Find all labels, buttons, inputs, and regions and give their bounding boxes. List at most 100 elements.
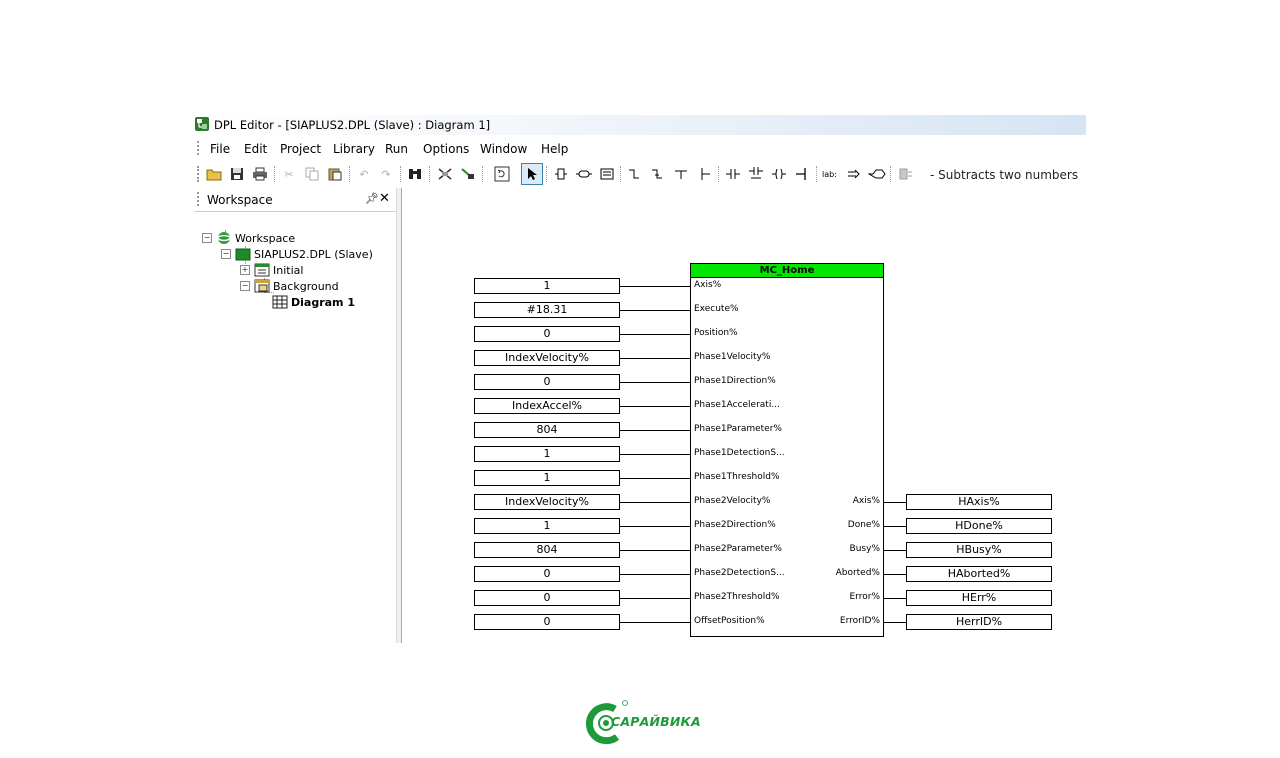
connection-wire[interactable] [884,526,906,527]
input-pin-label[interactable]: Phase1DetectionS... [694,448,785,458]
jump-arrow-icon[interactable] [844,164,864,184]
connection-wire[interactable] [884,550,906,551]
output-variable-box[interactable]: HErr% [906,590,1052,606]
expand-icon[interactable]: + [240,265,250,275]
output-pin-label[interactable]: Busy% [800,544,880,554]
connection-wire[interactable] [884,622,906,623]
toolbar-grip[interactable] [197,166,201,182]
connection-wire[interactable] [620,622,690,623]
collapse-icon[interactable]: − [240,281,250,291]
menu-edit[interactable]: Edit [244,142,267,156]
menubar-grip[interactable] [197,141,201,155]
connection-wire[interactable] [620,358,690,359]
workspace-grip[interactable] [197,192,199,206]
connection-wire[interactable] [620,310,690,311]
input-pin-label[interactable]: Position% [694,328,738,338]
paste-icon[interactable] [325,164,345,184]
input-variable-box[interactable]: IndexVelocity% [474,350,620,366]
tree-node-background[interactable]: − Background [240,278,339,294]
select-pointer-icon[interactable] [521,163,543,185]
input-variable-box[interactable]: 0 [474,326,620,342]
collapse-icon[interactable]: − [221,249,231,259]
input-pin-label[interactable]: Execute% [694,304,739,314]
input-variable-box[interactable]: 0 [474,590,620,606]
branch-icon[interactable] [695,164,715,184]
open-folder-icon[interactable] [204,164,224,184]
connection-wire[interactable] [620,478,690,479]
input-pin-label[interactable]: Phase1Velocity% [694,352,770,362]
contact-icon[interactable] [723,164,743,184]
menu-options[interactable]: Options [423,142,469,156]
diagram-canvas[interactable]: MC_Home 1 Axis% #18.31 Execute% 0 Position% In… [402,188,1086,643]
output-pin-label[interactable]: Done% [800,520,880,530]
redo-icon[interactable]: ↷ [376,164,396,184]
variable-icon[interactable] [574,164,594,184]
menu-run[interactable]: Run [385,142,408,156]
input-variable-box[interactable]: #18.31 [474,302,620,318]
output-variable-box[interactable]: HDone% [906,518,1052,534]
output-pin-label[interactable]: Aborted% [800,568,880,578]
connection-wire[interactable] [620,574,690,575]
input-pin-label[interactable]: Phase1Direction% [694,376,776,386]
input-pin-label[interactable]: Phase2DetectionS... [694,568,785,578]
input-variable-box[interactable]: 0 [474,566,620,582]
rung-end-icon[interactable] [792,164,812,184]
input-variable-box[interactable]: 804 [474,422,620,438]
connection-wire[interactable] [620,286,690,287]
output-variable-box[interactable]: HAxis% [906,494,1052,510]
input-variable-box[interactable]: IndexAccel% [474,398,620,414]
tree-node-project[interactable]: − SIAPLUS2.DPL (Slave) [221,246,373,262]
disconnect-icon[interactable] [435,164,455,184]
input-pin-label[interactable]: OffsetPosition% [694,616,765,626]
input-variable-box[interactable]: 1 [474,470,620,486]
input-pin-label[interactable]: Phase1Accelerati... [694,400,780,410]
input-variable-box[interactable]: 0 [474,614,620,630]
step-icon[interactable] [625,164,645,184]
parallel-contact-icon[interactable] [746,164,766,184]
input-pin-label[interactable]: Phase1Parameter% [694,424,782,434]
menu-library[interactable]: Library [333,142,375,156]
tree-node-initial[interactable]: + Initial [240,262,303,278]
menu-help[interactable]: Help [541,142,568,156]
input-variable-box[interactable]: 0 [474,374,620,390]
close-icon[interactable]: ✕ [379,191,390,206]
comment-icon[interactable] [597,164,617,184]
function-library-icon[interactable] [896,164,916,184]
cut-icon[interactable]: ✂ [279,164,299,184]
collapse-icon[interactable]: − [202,233,212,243]
connect-icon[interactable] [458,164,478,184]
input-pin-label[interactable]: Phase2Parameter% [694,544,782,554]
input-pin-label[interactable]: Phase2Threshold% [694,592,780,602]
input-variable-box[interactable]: 1 [474,518,620,534]
tree-node-workspace[interactable]: − Workspace [202,230,295,246]
menu-window[interactable]: Window [480,142,527,156]
input-variable-box[interactable]: IndexVelocity% [474,494,620,510]
menu-file[interactable]: File [210,142,230,156]
output-variable-box[interactable]: HBusy% [906,542,1052,558]
output-pin-label[interactable]: Error% [800,592,881,602]
label-icon[interactable]: lab: [821,164,841,184]
connection-wire[interactable] [620,526,690,527]
connection-wire[interactable] [884,502,906,503]
jump-icon[interactable] [671,164,691,184]
output-variable-box[interactable]: HerrID% [906,614,1052,630]
input-pin-label[interactable]: Phase2Direction% [694,520,776,530]
copy-icon[interactable] [302,164,322,184]
connection-wire[interactable] [884,598,906,599]
input-pin-label[interactable]: Phase1Threshold% [694,472,780,482]
connection-wire[interactable] [620,454,690,455]
input-pin-label[interactable]: Axis% [694,280,721,290]
coil-icon[interactable] [769,164,789,184]
connection-wire[interactable] [620,382,690,383]
print-icon[interactable] [250,164,270,184]
return-icon[interactable] [867,164,887,184]
input-variable-box[interactable]: 1 [474,446,620,462]
output-pin-label[interactable]: ErrorID% [800,616,880,626]
transition-icon[interactable] [648,164,668,184]
connection-wire[interactable] [884,574,906,575]
save-icon[interactable] [227,164,247,184]
input-pin-label[interactable]: Phase2Velocity% [694,496,770,506]
tree-node-diagram[interactable]: Diagram 1 [272,294,355,310]
block-title[interactable]: MC_Home [690,263,884,278]
block-icon[interactable] [551,164,571,184]
